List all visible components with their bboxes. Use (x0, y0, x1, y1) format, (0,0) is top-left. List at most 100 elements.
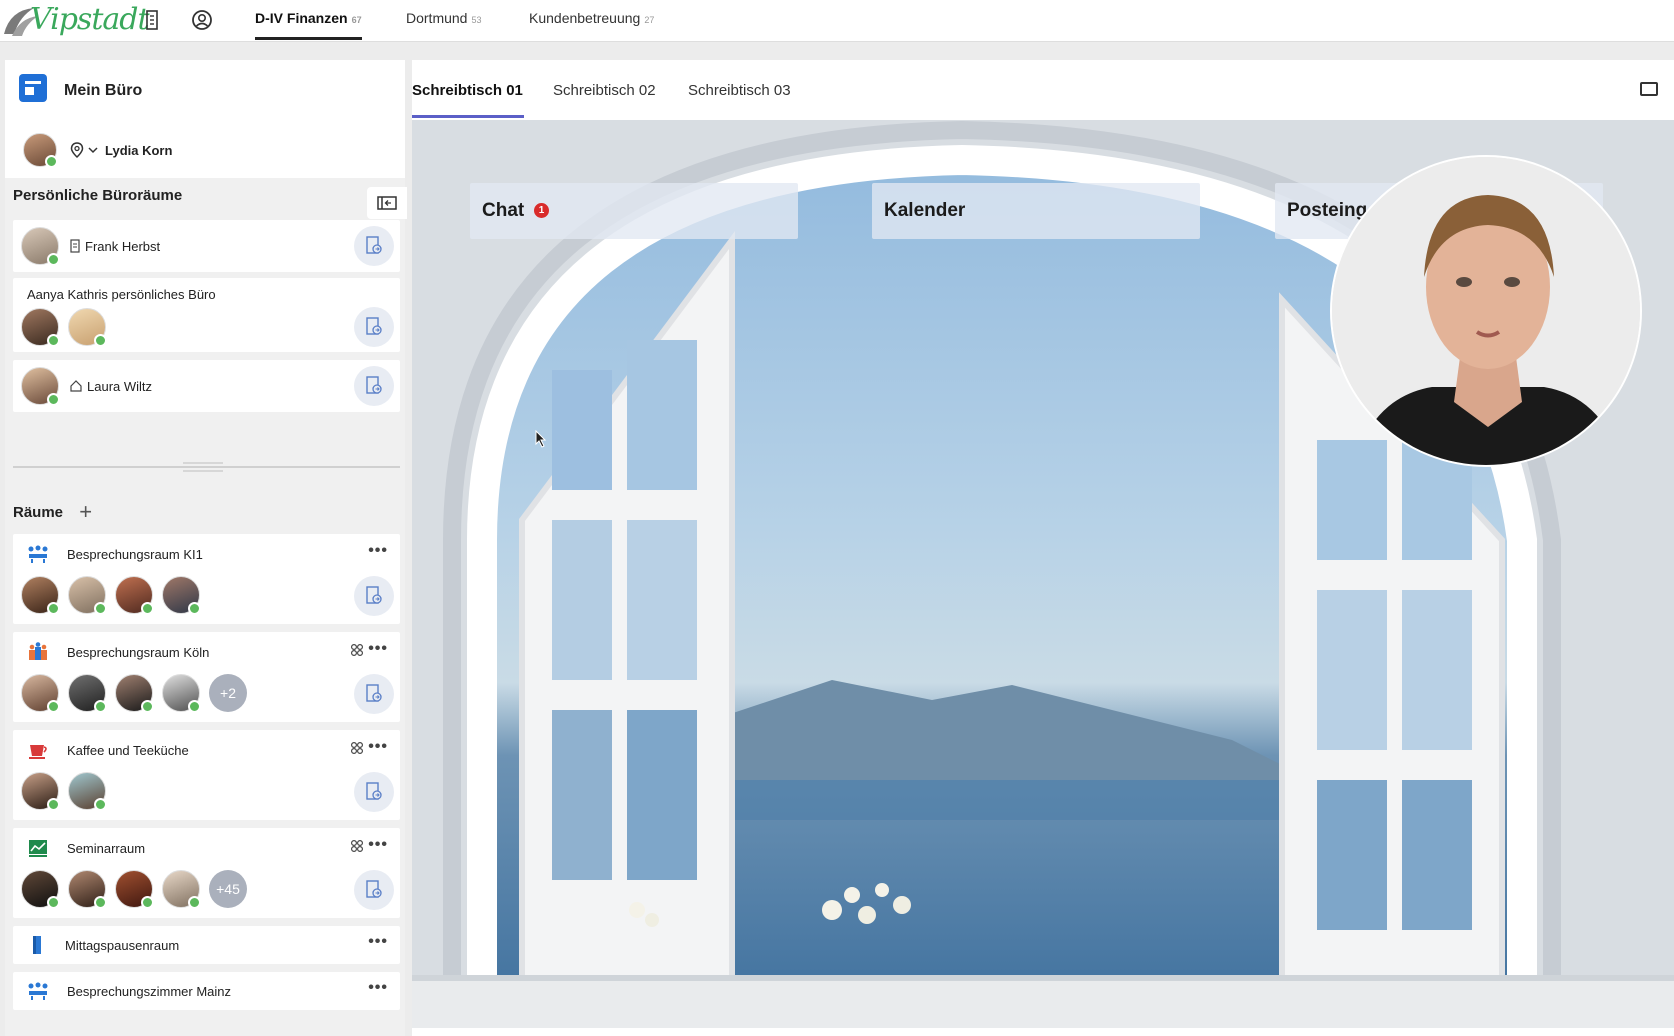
personal-offices-title: Persönliche Büroräume (13, 187, 183, 204)
enter-room-button[interactable] (354, 772, 394, 812)
sidebar: Mein Büro Lydia Korn Persönliche Büroräu… (5, 60, 407, 1036)
unread-badge: 1 (534, 203, 549, 218)
more-participants-badge[interactable]: +45 (209, 870, 247, 908)
tab-dortmund[interactable]: Dortmund 53 (406, 0, 481, 42)
avatar (115, 674, 154, 713)
office-icon (19, 74, 47, 102)
member-count: 53 (471, 15, 482, 25)
enter-room-icon (366, 317, 382, 335)
more-options-button[interactable]: ••• (368, 738, 388, 756)
enter-room-button[interactable] (354, 576, 394, 616)
more-participants-badge[interactable]: +2 (209, 674, 247, 712)
settings-icon[interactable] (350, 741, 364, 755)
door-icon (33, 936, 41, 954)
chevron-down-icon[interactable] (87, 145, 99, 155)
location-pin-icon[interactable] (69, 141, 85, 159)
online-status-icon (188, 700, 201, 713)
personal-office-laura-wiltz[interactable]: Laura Wiltz (13, 360, 400, 412)
widget-title: Kalender (884, 200, 966, 221)
room-mittagspausenraum[interactable]: Mittagspausenraum ••• (13, 926, 400, 964)
member-count: 27 (644, 15, 655, 25)
tab-d-iv-finanzen[interactable]: D-IV Finanzen 67 (255, 0, 362, 42)
tab-label: Dortmund (406, 10, 468, 26)
online-status-icon (47, 334, 60, 347)
online-status-icon (141, 700, 154, 713)
current-user[interactable]: Lydia Korn (23, 132, 172, 168)
meeting-room-icon (28, 982, 48, 1000)
online-status-icon (94, 700, 107, 713)
enter-room-icon (366, 782, 382, 800)
app-logo[interactable]: Vipstadt (0, 0, 150, 42)
avatar (68, 308, 107, 347)
online-status-icon (47, 896, 60, 909)
coffee-cup-icon (29, 745, 47, 759)
tab-schreibtisch-03[interactable]: Schreibtisch 03 (688, 82, 791, 99)
avatar (68, 576, 107, 615)
enter-room-button[interactable] (354, 307, 394, 347)
avatar (21, 772, 60, 811)
collapse-sidebar-button[interactable] (367, 187, 407, 219)
room-label: Besprechungsraum KI1 (67, 547, 203, 562)
more-options-button[interactable]: ••• (368, 979, 388, 997)
avatar (115, 870, 154, 909)
room-label: Kaffee und Teeküche (67, 743, 189, 758)
enter-room-button[interactable] (354, 366, 394, 406)
avatar (21, 227, 60, 266)
avatar (162, 674, 201, 713)
calendar-widget[interactable]: Kalender (872, 183, 1200, 239)
enter-room-button[interactable] (354, 870, 394, 910)
building-icon (70, 239, 80, 253)
enter-room-button[interactable] (354, 226, 394, 266)
user-search-icon[interactable] (190, 8, 214, 32)
avatar (115, 576, 154, 615)
tab-label: Kundenbetreuung (529, 10, 641, 26)
online-status-icon (47, 798, 60, 811)
room-label: Besprechungszimmer Mainz (67, 984, 232, 999)
room-label: Besprechungsraum Köln (67, 645, 210, 660)
avatar (68, 674, 107, 713)
more-options-button[interactable]: ••• (368, 542, 388, 560)
personal-office-frank-herbst[interactable]: Frank Herbst (13, 220, 400, 272)
building-icon[interactable] (140, 8, 164, 32)
more-options-button[interactable]: ••• (368, 933, 388, 951)
room-label: Mittagspausenraum (65, 938, 180, 953)
personal-office-aanya-kathris[interactable]: Aanya Kathris persönliches Büro (13, 278, 400, 352)
avatar (21, 674, 60, 713)
user-name: Lydia Korn (105, 142, 173, 158)
chat-widget[interactable]: Chat 1 (470, 183, 798, 239)
tab-schreibtisch-02[interactable]: Schreibtisch 02 (553, 82, 656, 99)
settings-icon[interactable] (350, 643, 364, 657)
tab-label: D-IV Finanzen (255, 10, 348, 26)
avatar (23, 133, 58, 168)
online-status-icon (47, 700, 60, 713)
enter-room-button[interactable] (354, 674, 394, 714)
personal-office-label: Aanya Kathris persönliches Büro (27, 287, 216, 302)
room-kaffee-und-teekueche[interactable]: Kaffee und Teeküche ••• (13, 730, 400, 820)
enter-room-icon (366, 880, 382, 898)
presentation-chart-icon (29, 840, 47, 857)
room-besprechungsraum-koeln[interactable]: Besprechungsraum Köln ••• +2 (13, 632, 400, 722)
team-room-icon (29, 642, 47, 660)
resize-handle[interactable] (183, 462, 223, 472)
settings-icon[interactable] (350, 839, 364, 853)
avatar (162, 870, 201, 909)
room-seminarraum[interactable]: Seminarraum ••• +45 (13, 828, 400, 918)
room-besprechungszimmer-mainz[interactable]: Besprechungszimmer Mainz ••• (13, 972, 400, 1010)
background-image-icon[interactable] (1640, 82, 1658, 96)
avatar (68, 772, 107, 811)
more-options-button[interactable]: ••• (368, 836, 388, 854)
avatar (21, 308, 60, 347)
more-options-button[interactable]: ••• (368, 640, 388, 658)
mouse-cursor-icon (535, 430, 547, 448)
room-besprechungsraum-ki1[interactable]: Besprechungsraum KI1 ••• (13, 534, 400, 624)
meeting-room-icon (28, 545, 48, 563)
widget-title: Chat (482, 200, 525, 221)
tab-kundenbetreuung[interactable]: Kundenbetreuung 27 (529, 0, 654, 42)
online-status-icon (141, 896, 154, 909)
personal-office-label: Frank Herbst (85, 239, 161, 254)
enter-room-icon (366, 684, 382, 702)
video-self-view[interactable] (1330, 155, 1642, 467)
add-room-button[interactable]: + (79, 499, 92, 524)
avatar (21, 870, 60, 909)
tab-schreibtisch-01[interactable]: Schreibtisch 01 (412, 82, 523, 99)
